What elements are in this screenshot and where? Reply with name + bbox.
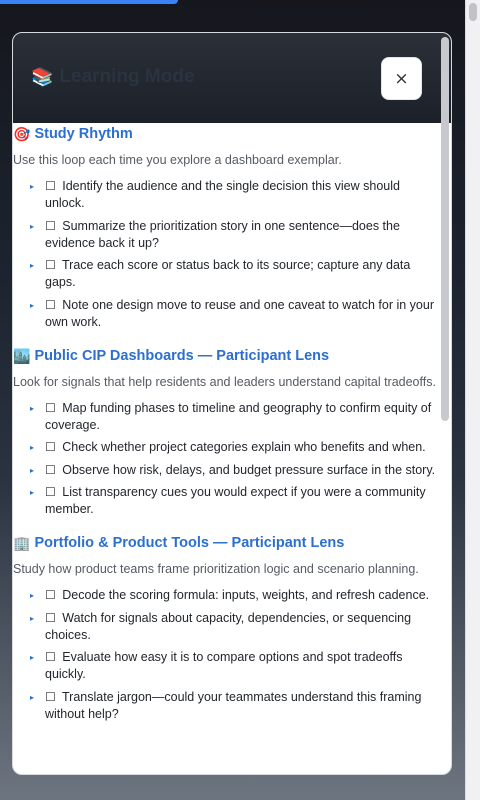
bullet-icon: ▸	[30, 591, 35, 600]
section-title: Portfolio & Product Tools — Participant …	[34, 535, 345, 551]
section-intro: Use this loop each time you explore a da…	[13, 153, 342, 167]
checklist-item[interactable]: ▸ ☐ Note one design move to reuse and one…	[13, 297, 439, 331]
checklist-text: List transparency cues you would expect …	[45, 485, 426, 516]
office-building-icon: 🏢	[13, 535, 31, 551]
checklist-item[interactable]: ▸ ☐ Evaluate how easy it is to compare op…	[13, 649, 439, 683]
checklist-text: Check whether project categories explain…	[62, 440, 426, 454]
bullet-icon: ▸	[30, 443, 35, 452]
bullet-icon: ▸	[30, 300, 35, 310]
checklist-text: Note one design move to reuse and one ca…	[45, 297, 435, 329]
section-title: Study Rhythm	[34, 126, 133, 142]
checkbox-icon[interactable]: ☐	[45, 440, 56, 454]
bullet-icon: ▸	[30, 613, 35, 623]
checklist-item[interactable]: ▸ ☐ Watch for signals about capacity, dep…	[13, 610, 439, 644]
checklist-item[interactable]: ▸ ☐ Observe how risk, delays, and budget …	[13, 462, 439, 479]
target-icon: 🎯	[13, 126, 31, 142]
bullet-icon: ▸	[30, 465, 35, 475]
checklist-text: Evaluate how easy it is to compare optio…	[45, 650, 403, 681]
checkbox-icon[interactable]: ☐	[45, 485, 56, 499]
section-heading: 🎯 Study Rhythm	[13, 123, 439, 145]
checklist-item[interactable]: ▸ ☐ Trace each score or status back to it…	[13, 257, 439, 291]
checklist-item[interactable]: ▸ ☐ Map funding phases to timeline and ge…	[13, 400, 439, 434]
modal-title: 📚 Learning Mode	[31, 66, 195, 88]
checkbox-icon[interactable]: ☐	[45, 588, 56, 602]
checklist-text: Decode the scoring formula: inputs, weig…	[62, 588, 430, 602]
checklist-item[interactable]: ▸ ☐ Identify the audience and the single …	[13, 178, 439, 212]
modal-scrollbar-thumb[interactable]	[441, 37, 449, 421]
modal-body: 🎯 Study Rhythm Use this loop each time yo…	[13, 123, 439, 774]
section-title: Public CIP Dashboards — Participant Lens	[34, 347, 330, 364]
close-button[interactable]: ×	[381, 57, 422, 100]
bullet-icon: ▸	[30, 488, 35, 497]
checklist-item[interactable]: ▸ ☐ List transparency cues you would expe…	[13, 484, 439, 518]
checkbox-icon[interactable]: ☐	[45, 611, 56, 625]
modal-header: 📚 Learning Mode ×	[13, 33, 451, 123]
checklist: ▸ ☐ Decode the scoring formula: inputs, w…	[13, 587, 439, 723]
bullet-icon: ▸	[30, 692, 35, 702]
learning-mode-modal: 📚 Learning Mode × 🎯 Study Rhythm Use this…	[12, 32, 452, 775]
checklist-item[interactable]: ▸ ☐ Translate jargon—could your teammates…	[13, 689, 439, 723]
bullet-icon: ▸	[30, 403, 35, 413]
page-scrollbar[interactable]	[465, 0, 480, 800]
checkbox-icon[interactable]: ☐	[45, 463, 56, 477]
section-intro: Look for signals that help residents and…	[13, 374, 436, 389]
checklist-item[interactable]: ▸ ☐ Summarize the prioritization story in…	[13, 218, 439, 252]
checklist-text: Summarize the prioritization story in on…	[45, 218, 400, 250]
books-icon: 📚	[31, 66, 54, 87]
section-heading: 🏙️ Public CIP Dashboards — Participant Le…	[13, 345, 439, 367]
page-scrollbar-thumb[interactable]	[469, 3, 477, 21]
checklist-item[interactable]: ▸ ☐ Decode the scoring formula: inputs, w…	[13, 587, 439, 604]
checklist: ▸ ☐ Identify the audience and the single …	[13, 178, 439, 331]
close-icon: ×	[394, 68, 409, 89]
checklist-text: Trace each score or status back to its s…	[45, 258, 411, 289]
checklist-item[interactable]: ▸ ☐ Check whether project categories expl…	[13, 439, 439, 456]
checklist-text: Translate jargon—could your teammates un…	[45, 689, 422, 721]
section-portfolio-tools: 🏢 Portfolio & Product Tools — Participant…	[13, 532, 439, 723]
checkbox-icon[interactable]: ☐	[45, 401, 56, 415]
bullet-icon: ▸	[30, 261, 35, 270]
checkbox-icon[interactable]: ☐	[45, 650, 56, 664]
checkbox-icon[interactable]: ☐	[45, 179, 56, 193]
bullet-icon: ▸	[30, 182, 35, 191]
checklist-text: Watch for signals about capacity, depend…	[45, 610, 412, 642]
checklist: ▸ ☐ Map funding phases to timeline and ge…	[13, 400, 439, 519]
checkbox-icon[interactable]: ☐	[45, 298, 56, 312]
city-icon: 🏙️	[13, 347, 31, 364]
checklist-text: Map funding phases to timeline and geogr…	[45, 400, 432, 432]
background-progress-bar	[0, 0, 178, 4]
bullet-icon: ▸	[30, 653, 35, 662]
checkbox-icon[interactable]: ☐	[45, 219, 56, 233]
checklist-text: Observe how risk, delays, and budget pre…	[62, 462, 436, 477]
checkbox-icon[interactable]: ☐	[45, 690, 56, 704]
section-intro: Study how product teams frame prioritiza…	[13, 562, 419, 576]
checkbox-icon[interactable]: ☐	[45, 258, 56, 272]
section-public-cip: 🏙️ Public CIP Dashboards — Participant Le…	[13, 345, 439, 519]
bullet-icon: ▸	[30, 221, 35, 231]
checklist-text: Identify the audience and the single dec…	[45, 179, 400, 210]
modal-title-text: Learning Mode	[59, 66, 195, 87]
section-heading: 🏢 Portfolio & Product Tools — Participant…	[13, 532, 439, 554]
section-study-rhythm: 🎯 Study Rhythm Use this loop each time yo…	[13, 123, 439, 331]
